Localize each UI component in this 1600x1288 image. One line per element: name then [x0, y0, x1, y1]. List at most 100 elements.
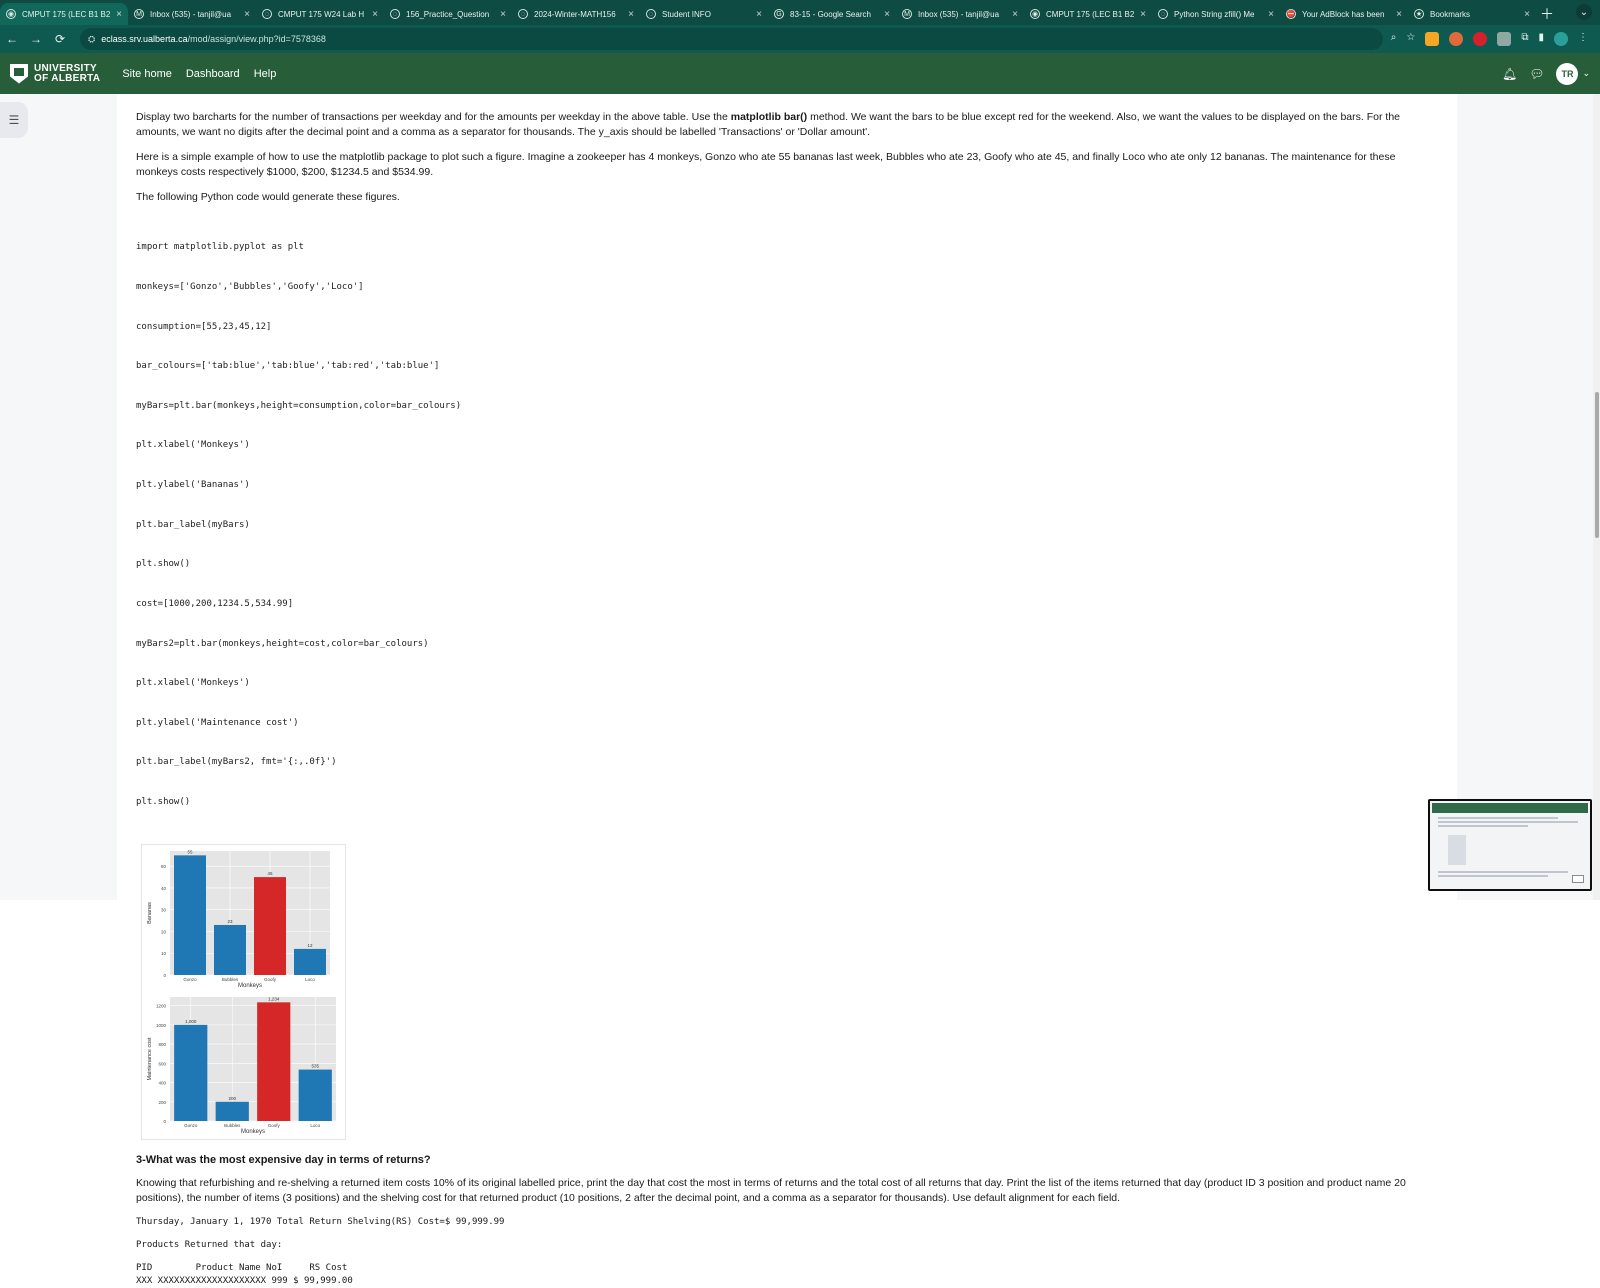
- y-tick-label: 1200: [156, 1003, 167, 1008]
- example-paragraph: Here is a simple example of how to use t…: [136, 151, 1396, 178]
- tab-title: Student INFO: [662, 9, 711, 19]
- code-line: plt.xlabel('Monkeys'): [136, 678, 250, 689]
- section-3-title: 3-What was the most expensive day in ter…: [136, 1153, 431, 1166]
- extension-icon[interactable]: [1425, 32, 1440, 46]
- forward-icon[interactable]: →: [24, 27, 48, 51]
- x-tick-label: Gonzo: [183, 977, 197, 982]
- code-line: plt.ylabel('Maintenance cost'): [136, 717, 299, 728]
- adblock-icon: ⛔: [1286, 9, 1296, 19]
- code-intro: The following Python code would generate…: [136, 191, 400, 203]
- browser-tab[interactable]: ◌ 2024-Winter-MATH156 ×: [512, 3, 640, 25]
- code-line: plt.show(): [136, 796, 191, 807]
- site-header: UNIVERSITY OF ALBERTA Site home Dashboar…: [0, 53, 1600, 94]
- browser-tab-strip: ◉ CMPUT 175 (LEC B1 B2 × M Inbox (535) - tan…: [0, 0, 1600, 25]
- tab-search-icon[interactable]: ⌄: [1576, 4, 1592, 20]
- side-panel-icon[interactable]: ▮: [1538, 32, 1544, 46]
- close-icon[interactable]: ×: [1012, 9, 1018, 20]
- nav-site-home[interactable]: Site home: [122, 68, 172, 80]
- browser-tab[interactable]: ◉ CMPUT 175 (LEC B1 B2 ×: [1024, 3, 1152, 25]
- site-info-icon[interactable]: ⛭: [88, 34, 95, 45]
- close-icon[interactable]: ×: [1524, 9, 1530, 20]
- nav-help[interactable]: Help: [254, 68, 277, 80]
- bar-charts-svg: 0 10 20 30 40 50 55 Gonzo 23 Bubbles 45 Goofy 12 Loco…: [147, 849, 336, 1135]
- x-axis-label: Monkeys: [238, 983, 262, 989]
- y-tick-label: 0: [163, 973, 166, 978]
- browser-tab[interactable]: ◌ Python String zfill() Me ×: [1152, 3, 1280, 25]
- code-line: plt.bar_label(myBars): [136, 519, 250, 530]
- extension-icon[interactable]: [1497, 32, 1512, 46]
- browser-tab[interactable]: ★ Bookmarks ×: [1408, 3, 1536, 25]
- bookmark-star-icon[interactable]: ☆: [1406, 32, 1415, 46]
- bar-value-label: 45: [267, 871, 273, 876]
- x-axis-label: Monkeys: [241, 1129, 265, 1135]
- y-tick-label: 30: [161, 907, 167, 912]
- globe-icon: ◌: [518, 9, 528, 19]
- para1-text-start: Display two barcharts for the number of …: [136, 111, 731, 123]
- close-icon[interactable]: ×: [372, 9, 378, 20]
- extension-icon[interactable]: [1449, 32, 1464, 46]
- browser-tab[interactable]: M Inbox (535) - tanjil@ua ×: [896, 3, 1024, 25]
- x-tick-label: Bubbles: [224, 1123, 241, 1128]
- extensions-puzzle-icon[interactable]: ⧉: [1521, 32, 1528, 46]
- bar-value-label: 535: [311, 1063, 319, 1068]
- close-icon[interactable]: ×: [884, 9, 890, 20]
- zoom-icon[interactable]: ⌕: [1391, 32, 1397, 46]
- tab-title: Your AdBlock has been: [1302, 9, 1385, 19]
- new-tab-button[interactable]: ＋: [1536, 3, 1558, 25]
- page-scrollbar[interactable]: [1593, 94, 1600, 900]
- adblock-icon[interactable]: [1473, 32, 1488, 46]
- url-field[interactable]: ⛭ eclass.srv.ualberta.ca /mod/assign/vie…: [80, 28, 1383, 50]
- tab-title: Python String zfill() Me: [1174, 9, 1255, 19]
- bar-value-label: 23: [227, 919, 233, 924]
- scrollbar-thumb[interactable]: [1595, 392, 1599, 538]
- bar-loco: [294, 948, 326, 975]
- gmail-icon: M: [134, 9, 144, 19]
- browser-tab[interactable]: G 83-15 - Google Search ×: [768, 3, 896, 25]
- course-index-toggle[interactable]: ☰: [0, 102, 28, 138]
- method-name: matplotlib bar(): [730, 111, 808, 123]
- nav-dashboard[interactable]: Dashboard: [186, 68, 240, 80]
- profile-icon[interactable]: [1554, 32, 1568, 46]
- user-menu[interactable]: TR ⌄: [1556, 62, 1590, 85]
- gmail-icon: M: [902, 9, 912, 19]
- tab-title: Bookmarks: [1430, 9, 1471, 19]
- python-code-block: import matplotlib.pyplot as plt monkeys=…: [136, 215, 1438, 836]
- close-icon[interactable]: ×: [1396, 9, 1402, 20]
- bell-icon[interactable]: 🔔︎: [1502, 67, 1517, 81]
- back-icon[interactable]: ←: [0, 27, 24, 51]
- output-table-row: XXX XXXXXXXXXXXXXXXXXXXX 999 $ 99,999.00: [136, 1275, 353, 1286]
- reload-icon[interactable]: ⟳: [48, 27, 72, 51]
- omnibox-actions: ⌕ ☆ ⧉ ▮ ⋮: [1391, 32, 1588, 46]
- moodle-icon: ◉: [1030, 9, 1040, 19]
- tab-title: CMPUT 175 W24 Lab H: [278, 9, 365, 19]
- assignment-content: Display two barcharts for the number of …: [117, 94, 1457, 1286]
- close-icon[interactable]: ×: [244, 9, 250, 20]
- moodle-icon: ◉: [6, 9, 16, 19]
- close-icon[interactable]: ×: [628, 9, 634, 20]
- globe-icon: ◌: [1158, 9, 1168, 19]
- browser-tab[interactable]: ◉ CMPUT 175 (LEC B1 B2 ×: [0, 3, 128, 25]
- code-line: consumption=[55,23,45,12]: [136, 321, 272, 332]
- code-line: plt.bar_label(myBars2, fmt='{:,.0f}'): [136, 757, 337, 768]
- bar-gonzo: [174, 1024, 208, 1121]
- browser-menu-icon[interactable]: ⋮: [1578, 32, 1588, 46]
- browser-tab[interactable]: ◌ Student INFO ×: [640, 3, 768, 25]
- close-icon[interactable]: ×: [1140, 9, 1146, 20]
- browser-tab[interactable]: M Inbox (535) - tanjil@ua ×: [128, 3, 256, 25]
- university-logo[interactable]: UNIVERSITY OF ALBERTA: [10, 63, 100, 84]
- bar-value-label: 1,234: [268, 996, 280, 1001]
- close-icon[interactable]: ×: [756, 9, 762, 20]
- browser-tab[interactable]: ⛔ Your AdBlock has been ×: [1280, 3, 1408, 25]
- bar-value-label: 1,000: [185, 1018, 197, 1023]
- close-icon[interactable]: ×: [1268, 9, 1274, 20]
- avatar[interactable]: TR: [1556, 62, 1579, 85]
- close-icon[interactable]: ×: [500, 9, 506, 20]
- code-line: plt.ylabel('Bananas'): [136, 480, 250, 491]
- bar-loco: [298, 1069, 332, 1121]
- browser-tab[interactable]: ◌ 156_Practice_Question ×: [384, 3, 512, 25]
- globe-icon: ◌: [390, 9, 400, 19]
- chat-icon[interactable]: 💬︎: [1529, 67, 1544, 81]
- close-icon[interactable]: ×: [116, 9, 122, 20]
- chevron-down-icon[interactable]: ⌄: [1582, 68, 1590, 79]
- browser-tab[interactable]: ◌ CMPUT 175 W24 Lab H ×: [256, 3, 384, 25]
